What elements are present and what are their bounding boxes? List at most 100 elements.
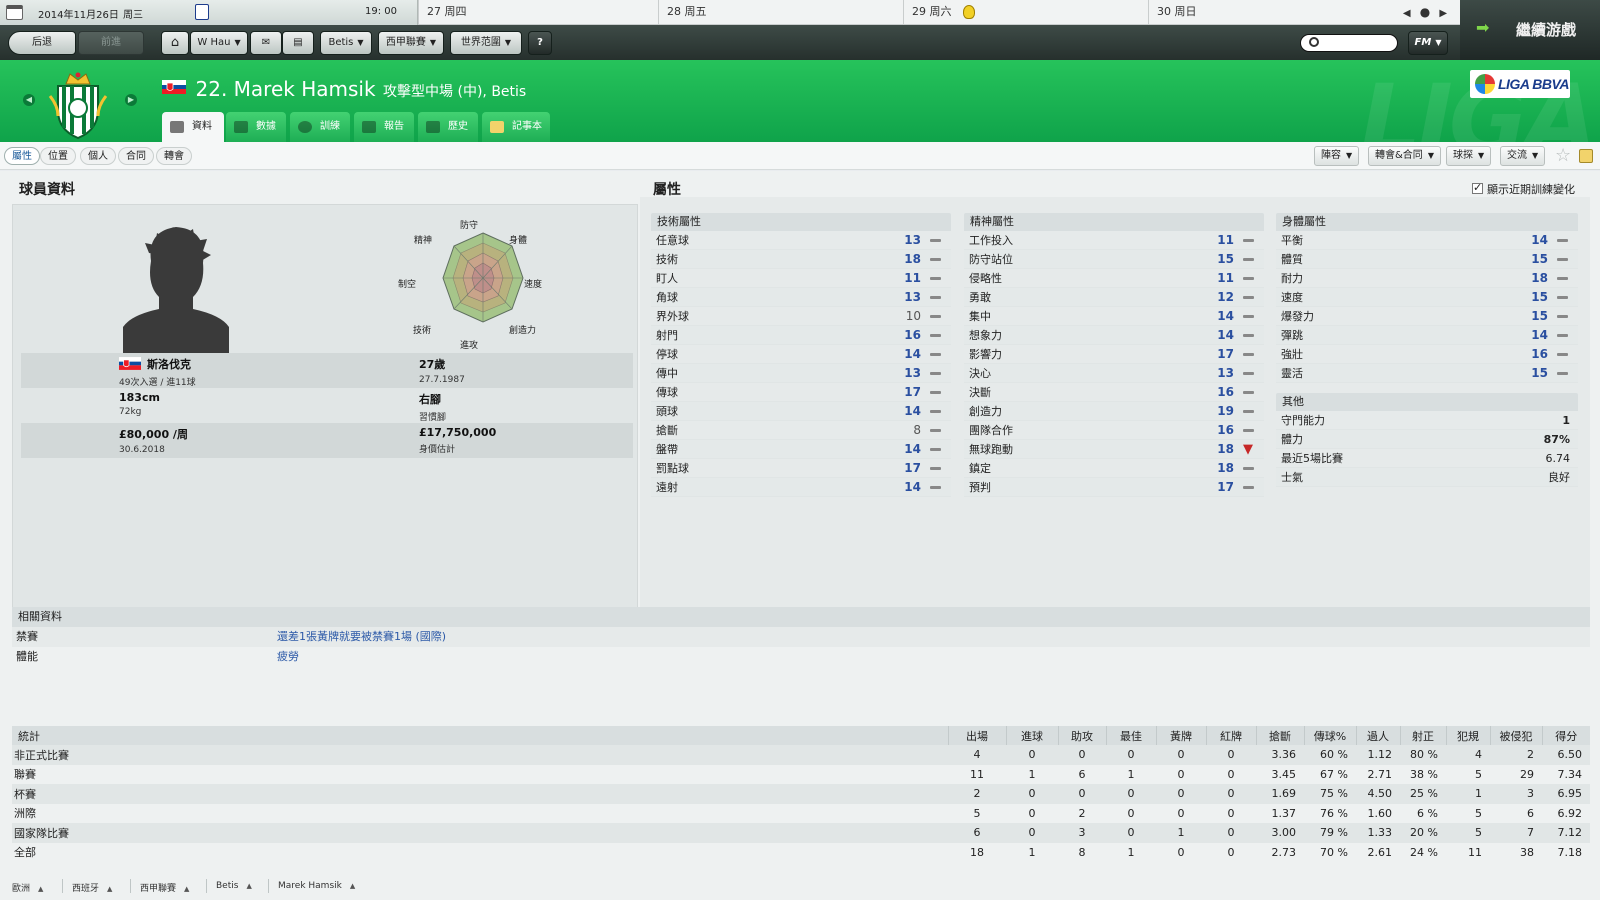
stats-column-header[interactable]: 得分: [1541, 726, 1590, 745]
subtab-personal[interactable]: 個人: [80, 147, 116, 165]
help-button[interactable]: ?: [528, 31, 552, 55]
stats-column-header[interactable]: 傳球%: [1303, 726, 1356, 745]
breadcrumb-item[interactable]: Marek Hamsik ▲: [278, 881, 355, 891]
attribute-row[interactable]: 工作投入 11: [964, 231, 1264, 250]
interact-menu[interactable]: 交流 ▼: [1500, 146, 1546, 166]
stats-column-header[interactable]: 出場: [947, 726, 1006, 745]
table-row[interactable]: 國家隊比賽 6 0 3 0 1 0 3.00 79 % 1.33 20 % 5 7 7.12: [12, 823, 1590, 843]
calendar-prev-icon[interactable]: ◀: [1403, 8, 1411, 19]
prev-player-icon[interactable]: ◀: [23, 94, 35, 106]
attribute-row[interactable]: 速度 15: [1276, 288, 1578, 307]
stats-column-header[interactable]: 犯規: [1445, 726, 1490, 745]
world-menu[interactable]: 世界范圍 ▼: [450, 31, 522, 55]
attribute-row[interactable]: 頭球 14: [651, 402, 951, 421]
attribute-row[interactable]: 集中 14: [964, 307, 1264, 326]
related-value-link[interactable]: 疲勞: [277, 647, 299, 667]
forward-button[interactable]: 前進: [78, 31, 144, 55]
subtab-transfer[interactable]: 轉會: [156, 147, 192, 165]
attribute-row[interactable]: 任意球 13: [651, 231, 951, 250]
attribute-row[interactable]: 傳中 13: [651, 364, 951, 383]
attribute-row[interactable]: 平衡 14: [1276, 231, 1578, 250]
calendar-next-icon[interactable]: ▶: [1439, 8, 1447, 19]
attribute-row[interactable]: 盯人 11: [651, 269, 951, 288]
calendar-icon[interactable]: [6, 5, 23, 20]
show-training-changes-checkbox[interactable]: 顯示近期訓練變化: [1472, 181, 1575, 197]
calendar-today[interactable]: 2014年11月26日 周三 19: 00: [0, 0, 418, 25]
calendar-day[interactable]: 30 周日: [1148, 0, 1390, 25]
attribute-row[interactable]: 勇敢 12: [964, 288, 1264, 307]
stats-column-header[interactable]: 助攻: [1057, 726, 1106, 745]
stats-column-header[interactable]: 過人: [1355, 726, 1400, 745]
stats-column-header[interactable]: 射正: [1399, 726, 1446, 745]
stats-column-header[interactable]: 最佳: [1105, 726, 1156, 745]
club-menu[interactable]: Betis ▼: [320, 31, 372, 55]
attribute-row[interactable]: 預判 17: [964, 478, 1264, 497]
table-row[interactable]: 全部 18 1 8 1 0 0 2.73 70 % 2.61 24 % 11 38 7.18: [12, 843, 1590, 863]
attribute-row[interactable]: 最近5場比賽 6.74: [1276, 449, 1578, 468]
star-icon[interactable]: ☆: [1555, 145, 1571, 166]
attribute-row[interactable]: 想象力 14: [964, 326, 1264, 345]
fm-menu-button[interactable]: FM ▼: [1408, 31, 1448, 55]
squad-menu[interactable]: 陣容 ▼: [1314, 146, 1360, 166]
stats-column-header[interactable]: 被侵犯: [1489, 726, 1542, 745]
table-row[interactable]: 非正式比賽 4 0 0 0 0 0 3.36 60 % 1.12 80 % 4 2 6.50: [12, 745, 1590, 765]
subtab-contract[interactable]: 合同: [118, 147, 154, 165]
attribute-row[interactable]: 罰點球 17: [651, 459, 951, 478]
attribute-row[interactable]: 體質 15: [1276, 250, 1578, 269]
attribute-row[interactable]: 團隊合作 16: [964, 421, 1264, 440]
tab-profile[interactable]: 資料: [162, 112, 224, 142]
breadcrumb-item[interactable]: 歐洲 ▲: [12, 881, 43, 894]
inbox-button[interactable]: ✉: [250, 31, 282, 55]
subtab-attributes[interactable]: 屬性: [4, 147, 40, 165]
attribute-row[interactable]: 體力 87%: [1276, 430, 1578, 449]
attribute-row[interactable]: 強壯 16: [1276, 345, 1578, 364]
attribute-row[interactable]: 決心 13: [964, 364, 1264, 383]
home-button[interactable]: ⌂: [161, 31, 189, 55]
subtab-positions[interactable]: 位置: [40, 147, 76, 165]
attribute-row[interactable]: 鎮定 18: [964, 459, 1264, 478]
schedule-button[interactable]: ▤: [282, 31, 314, 55]
attribute-row[interactable]: 角球 13: [651, 288, 951, 307]
tab-reports[interactable]: 報告: [354, 112, 414, 142]
continue-game-button[interactable]: ➡ 繼續游戲: [1460, 0, 1600, 60]
tab-training[interactable]: 訓練: [290, 112, 350, 142]
attribute-row[interactable]: 無球跑動 18 ▼: [964, 440, 1264, 459]
attribute-row[interactable]: 技術 18: [651, 250, 951, 269]
attribute-row[interactable]: 爆發力 15: [1276, 307, 1578, 326]
breadcrumb-item[interactable]: Betis ▲: [216, 881, 252, 891]
add-note-icon[interactable]: [1579, 149, 1593, 163]
calendar-day[interactable]: 27 周四: [418, 0, 658, 25]
attribute-row[interactable]: 影響力 17: [964, 345, 1264, 364]
attribute-row[interactable]: 傳球 17: [651, 383, 951, 402]
next-player-icon[interactable]: ▶: [125, 94, 137, 106]
calendar-day[interactable]: 28 周五: [658, 0, 903, 25]
breadcrumb-item[interactable]: 西甲聯賽 ▲: [140, 881, 189, 894]
attribute-row[interactable]: 遠射 14: [651, 478, 951, 497]
attribute-row[interactable]: 停球 14: [651, 345, 951, 364]
table-row[interactable]: 聯賽 11 1 6 1 0 0 3.45 67 % 2.71 38 % 5 29 7.34: [12, 765, 1590, 785]
stats-column-header[interactable]: 搶斷: [1255, 726, 1304, 745]
attribute-row[interactable]: 耐力 18: [1276, 269, 1578, 288]
scouting-menu[interactable]: 球探 ▼: [1446, 146, 1492, 166]
attribute-row[interactable]: 射門 16: [651, 326, 951, 345]
transfer-contract-menu[interactable]: 轉會&合同 ▼: [1368, 146, 1441, 166]
attribute-row[interactable]: 侵略性 11: [964, 269, 1264, 288]
tab-stats[interactable]: 數據: [226, 112, 286, 142]
tab-notes[interactable]: 記事本: [482, 112, 550, 142]
attribute-row[interactable]: 守門能力 1: [1276, 411, 1578, 430]
checkbox-icon[interactable]: [1472, 181, 1483, 194]
table-row[interactable]: 杯賽 2 0 0 0 0 0 1.69 75 % 4.50 25 % 1 3 6.95: [12, 784, 1590, 804]
calendar-today-dot-icon[interactable]: ●: [1420, 5, 1430, 19]
attribute-row[interactable]: 彈跳 14: [1276, 326, 1578, 345]
stats-column-header[interactable]: 紅牌: [1205, 726, 1256, 745]
breadcrumb-item[interactable]: 西班牙 ▲: [72, 881, 112, 894]
search-input[interactable]: [1300, 34, 1398, 52]
attribute-row[interactable]: 界外球 10: [651, 307, 951, 326]
attribute-row[interactable]: 士氣 良好: [1276, 468, 1578, 487]
stats-column-header[interactable]: 進球: [1005, 726, 1058, 745]
stats-column-header[interactable]: 黃牌: [1155, 726, 1206, 745]
stats-title[interactable]: 統計: [12, 726, 948, 745]
league-menu[interactable]: 西甲聯賽 ▼: [378, 31, 444, 55]
attribute-row[interactable]: 靈活 15: [1276, 364, 1578, 383]
back-button[interactable]: 后退: [8, 31, 76, 55]
